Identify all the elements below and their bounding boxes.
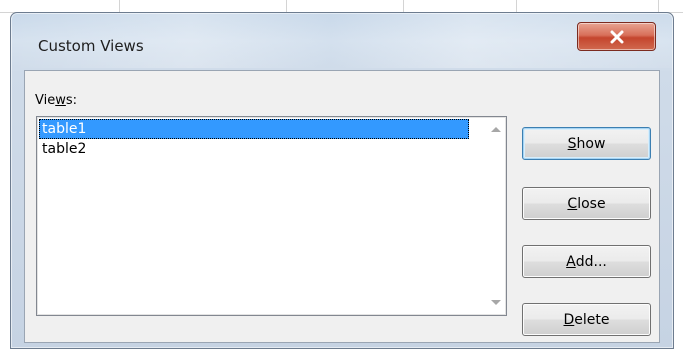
grid-line xyxy=(403,0,404,12)
grid-line xyxy=(286,0,287,12)
dialog-title: Custom Views xyxy=(38,37,144,55)
delete-button[interactable]: Delete xyxy=(522,303,651,336)
grid-line xyxy=(516,0,517,12)
close-button[interactable]: Close xyxy=(522,187,651,220)
views-listbox[interactable]: table1 table2 xyxy=(36,116,507,316)
views-label: Views: xyxy=(35,93,78,108)
window-close-button[interactable] xyxy=(577,22,656,51)
list-item-table2[interactable]: table2 xyxy=(39,139,469,159)
list-item-table1[interactable]: table1 xyxy=(39,119,469,139)
grid-line xyxy=(119,0,120,12)
add-button[interactable]: Add... xyxy=(522,245,651,278)
vertical-scrollbar[interactable] xyxy=(488,118,505,314)
show-button[interactable]: Show xyxy=(522,127,651,160)
close-x-icon xyxy=(609,30,625,44)
scroll-down-arrow-icon[interactable] xyxy=(491,300,501,305)
scroll-up-arrow-icon[interactable] xyxy=(491,127,501,132)
custom-views-dialog: Custom Views Views: table1 table2 Show C… xyxy=(10,12,674,349)
